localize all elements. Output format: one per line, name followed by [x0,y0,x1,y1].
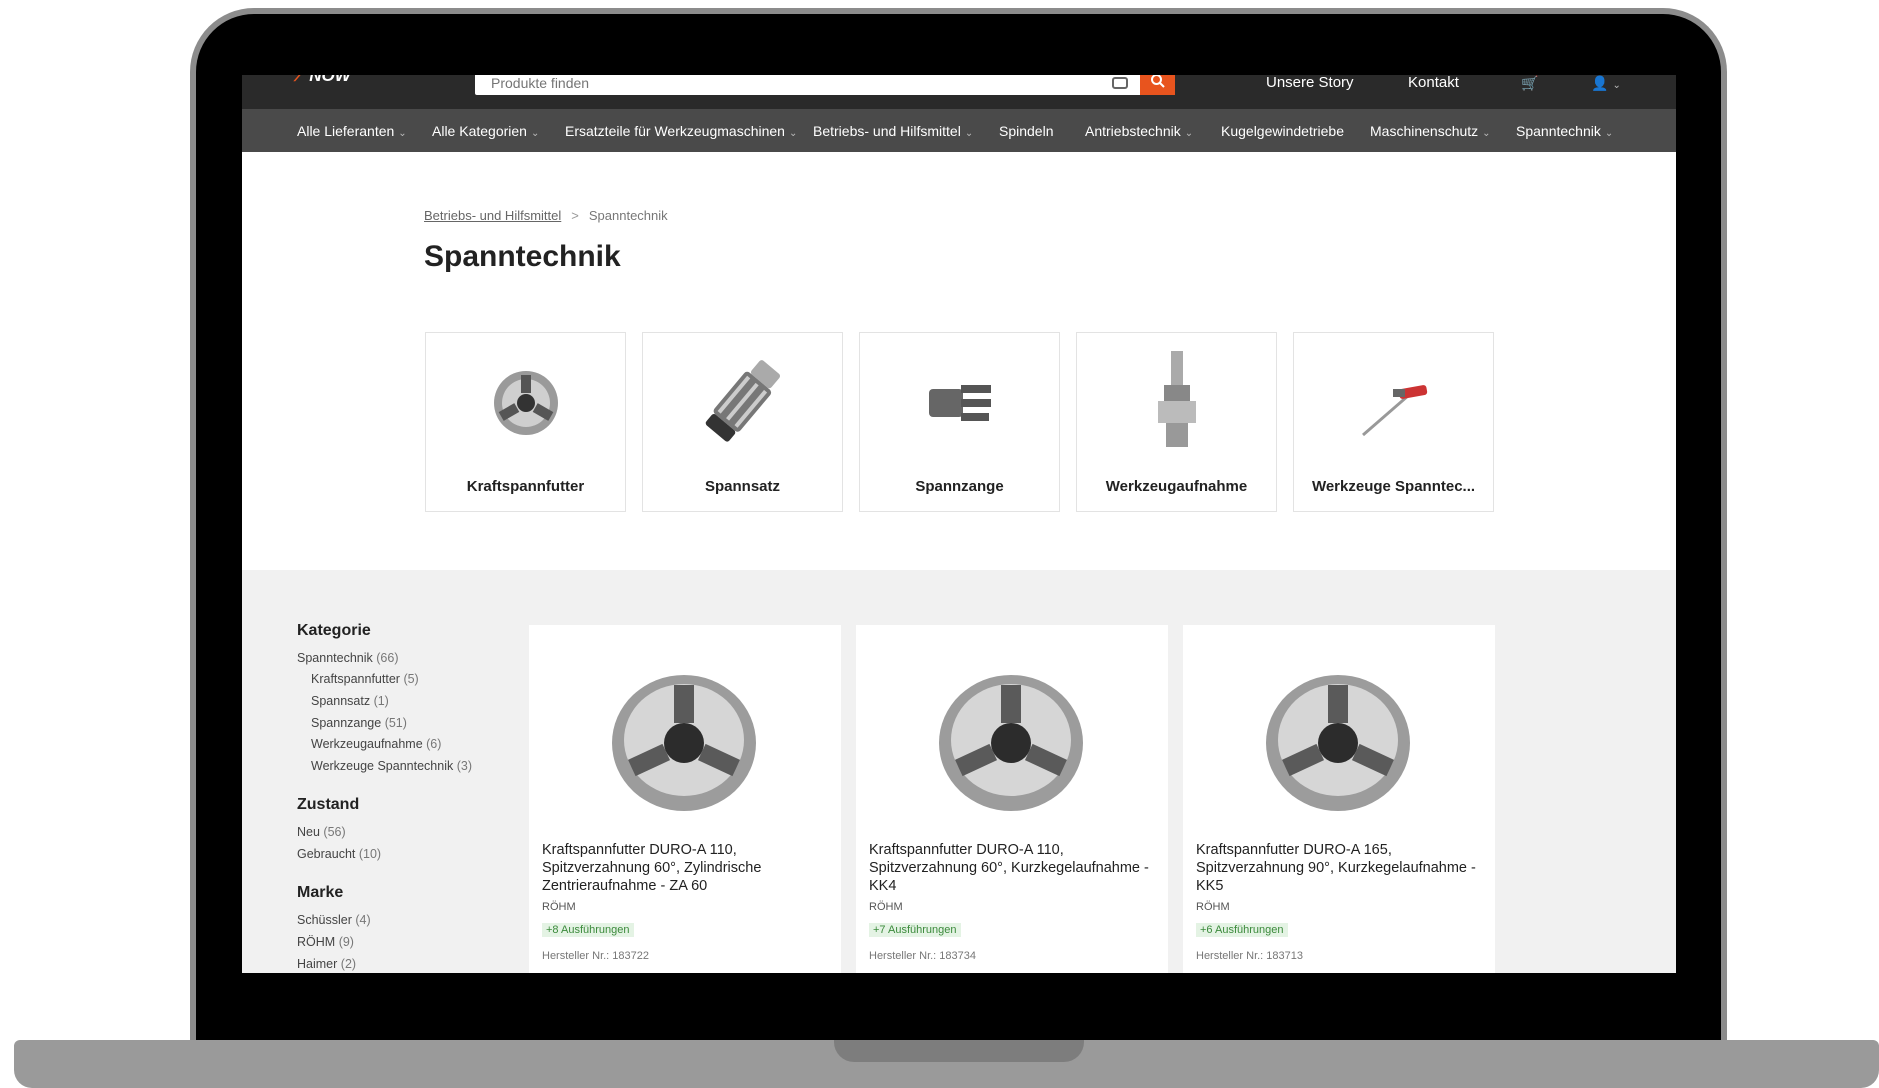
filter-item[interactable]: Neu (56) [297,825,346,839]
breadcrumb-parent-link[interactable]: Betriebs- und Hilfsmittel [424,208,561,223]
clamping-set-image [705,360,780,442]
filter-title-kategorie: Kategorie [297,622,371,639]
chevron-down-icon: ⌄ [1184,128,1194,139]
screen: ⟋NOW Unsere Story Kontakt 🛒 👤⌄ Alle Lief… [242,75,1676,973]
category-label: Spannsatz [704,478,780,495]
product-card[interactable]: Kraftspannfutter DURO-A 165, Spitzverzah… [1183,625,1495,973]
category-label: Werkzeuge Spanntec... [1311,478,1476,495]
product-card[interactable]: Kraftspannfutter DURO-A 110, Spitzverzah… [856,625,1168,973]
product-card[interactable]: Kraftspannfutter DURO-A 110, Spitzverzah… [529,625,841,973]
page-title: Spanntechnik [424,240,621,273]
chevron-down-icon: ⌄ [1612,80,1621,91]
search-icon [1150,75,1165,88]
chevron-down-icon: ⌄ [398,128,407,139]
category-label: Spannzange [915,478,1004,495]
nav-spindeln[interactable]: Spindeln [999,123,1054,139]
chevron-down-icon: ⌄ [788,128,798,139]
category-tile-kraftspannfutter[interactable]: Kraftspannfutter [425,332,626,512]
category-tile-werkzeuge-spanntechnik[interactable]: Werkzeuge Spanntec... [1293,332,1494,512]
search-box [475,75,1175,95]
product-image [612,675,756,811]
filter-item[interactable]: Kraftspannfutter (5) [311,672,419,686]
camera-icon[interactable] [1112,77,1128,89]
nav-alle-lieferanten[interactable]: Alle Lieferanten ⌄ [297,123,407,139]
category-tile-spannsatz[interactable]: Spannsatz [642,332,843,512]
product-brand: RÖHM [869,901,903,913]
main-navigation: Alle Lieferanten ⌄ Alle Kategorien ⌄ Ersat… [242,109,1676,152]
variants-badge: +7 Ausführungen [869,923,961,937]
chuck-image [493,371,558,435]
manufacturer-number: Hersteller Nr.: 183722 [542,950,649,962]
chevron-down-icon: ⌄ [530,128,540,139]
category-tile-spannzange[interactable]: Spannzange [859,332,1060,512]
top-bar: ⟋NOW Unsere Story Kontakt 🛒 👤⌄ [242,75,1676,109]
filter-title-zustand: Zustand [297,796,360,813]
chevron-down-icon: ⌄ [1482,128,1491,139]
manufacturer-number: Hersteller Nr.: 183734 [869,950,976,962]
product-name[interactable]: Kraftspannfutter DURO-A 110, Spitzverzah… [869,841,1161,895]
chevron-down-icon: ⌄ [1604,128,1614,139]
product-brand: RÖHM [542,901,576,913]
product-brand: RÖHM [1196,901,1230,913]
flame-icon: ⟋ [294,75,306,85]
filter-item[interactable]: Spannsatz (1) [311,694,389,708]
kontakt-link[interactable]: Kontakt [1408,75,1459,91]
nav-maschinenschutz[interactable]: Maschinenschutz ⌄ [1370,123,1491,139]
nav-betriebs-hilfsmittel[interactable]: Betriebs- und Hilfsmittel ⌄ [813,123,973,139]
tool-holder-image [1157,351,1196,447]
search-button[interactable] [1140,75,1175,95]
chevron-down-icon: ⌄ [964,128,974,139]
nav-spanntechnik[interactable]: Spanntechnik ⌄ [1516,123,1613,139]
breadcrumb-separator: > [571,208,579,223]
filter-item[interactable]: RÖHM (9) [297,935,354,949]
cart-icon[interactable]: 🛒 [1521,75,1538,92]
nav-ersatzteile[interactable]: Ersatzteile für Werkzeugmaschinen ⌄ [565,123,797,139]
filter-item[interactable]: Haimer (2) [297,957,356,971]
category-label: Kraftspannfutter [466,478,585,495]
variants-badge: +8 Ausführungen [542,923,634,937]
breadcrumb: Betriebs- und Hilfsmittel > Spanntechnik [424,208,668,223]
product-image [1266,675,1410,811]
laptop-notch [834,1040,1084,1062]
nav-antriebstechnik[interactable]: Antriebstechnik ⌄ [1085,123,1193,139]
user-icon[interactable]: 👤 ⌄ [1591,75,1621,92]
filter-item[interactable]: Werkzeugaufnahme (6) [311,737,441,751]
variants-badge: +6 Ausführungen [1196,923,1288,937]
search-input[interactable] [489,75,1112,92]
unsere-story-link[interactable]: Unsere Story [1266,75,1354,91]
filter-item[interactable]: Spannzange (51) [311,716,407,730]
breadcrumb-current: Spanntechnik [588,208,668,223]
nav-kugelgewindetriebe[interactable]: Kugelgewindetriebe [1221,123,1344,139]
product-name[interactable]: Kraftspannfutter DURO-A 110, Spitzverzah… [542,841,834,895]
category-tile-werkzeugaufnahme[interactable]: Werkzeugaufnahme [1076,332,1277,512]
product-name[interactable]: Kraftspannfutter DURO-A 165, Spitzverzah… [1196,841,1488,895]
filter-item[interactable]: Werkzeuge Spanntechnik (3) [311,759,472,773]
manufacturer-number: Hersteller Nr.: 183713 [1196,950,1303,962]
filter-item[interactable]: Schüssler (4) [297,913,371,927]
product-image [939,675,1083,811]
filter-item[interactable]: Gebraucht (10) [297,847,381,861]
collet-image [928,385,991,421]
filter-item[interactable]: Spanntechnik (66) [297,651,398,665]
category-label: Werkzeugaufnahme [1105,478,1248,495]
tool-image [1361,385,1427,437]
filter-title-marke: Marke [297,884,344,901]
logo[interactable]: ⟋ NOW [294,75,351,85]
nav-alle-kategorien[interactable]: Alle Kategorien ⌄ [432,123,539,139]
